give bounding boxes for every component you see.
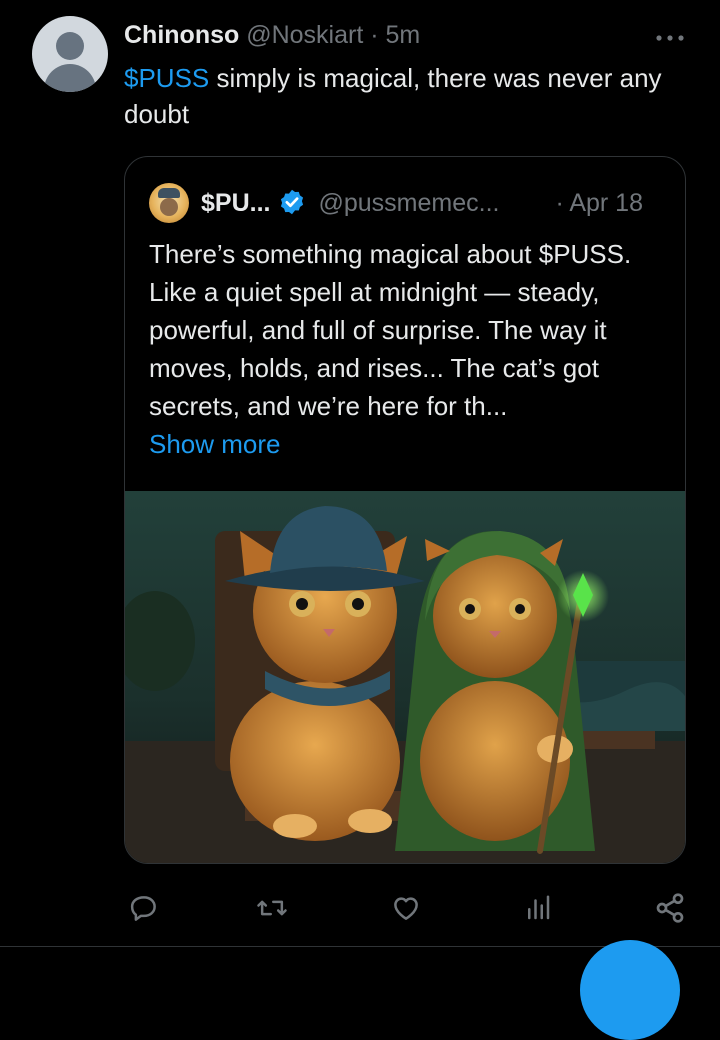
avatar-placeholder-body [44,64,96,92]
views-icon [528,895,550,920]
verified-badge-icon [281,189,304,215]
author-avatar[interactable] [32,16,108,92]
header-separator: · [370,21,379,49]
avatar-face-shape [160,198,178,216]
author-name[interactable]: Chinonso [124,21,239,49]
avatar-hat-shape [158,188,180,198]
share-button[interactable] [648,880,692,936]
author-handle[interactable]: @Noskiart [246,21,363,49]
left-cat-pupil [296,598,308,610]
quoted-author-name[interactable]: $PU... [201,189,270,217]
reply-icon [130,896,156,921]
quoted-tweet[interactable]: $PU... @pussmemec... · Apr 18 There’s so… [124,156,686,864]
like-button[interactable] [384,880,428,936]
heart-icon [394,897,418,920]
more-horizontal-icon [656,35,684,41]
show-more-link[interactable]: Show more [149,425,669,463]
quoted-author-handle[interactable]: @pussmemec... [318,189,499,217]
cashtag-link[interactable]: $PUSS [124,63,209,93]
avatar-placeholder-head [56,32,84,60]
quoted-author-avatar[interactable] [149,183,189,223]
quoted-tweet-header: $PU... @pussmemec... · Apr 18 [201,185,665,221]
tweet-time[interactable]: 5m [386,21,421,49]
views-button[interactable] [516,880,560,936]
tweet-header: Chinonso @Noskiart · 5m [124,20,420,50]
left-cat-pupil [352,598,364,610]
reply-button[interactable] [122,880,166,936]
quoted-tweet-image[interactable] [125,491,685,864]
retweet-button[interactable] [250,880,294,936]
compose-fab[interactable] [580,940,680,1040]
more-options-button[interactable] [652,20,688,50]
tweet-text: $PUSS simply is magical, there was never… [124,60,684,132]
share-icon [656,893,684,923]
quoted-tweet-text: There’s something magical about $PUSS. L… [149,235,669,463]
left-cat-paw [273,814,317,838]
tweet-action-bar [0,880,720,936]
left-cat-paw [348,809,392,833]
retweet-icon [257,900,287,916]
right-cat-pupil [515,604,525,614]
right-cat-pupil [465,604,475,614]
quoted-tweet-body: There’s something magical about $PUSS. L… [149,239,632,421]
quoted-tweet-date[interactable]: · Apr 18 [555,185,643,221]
